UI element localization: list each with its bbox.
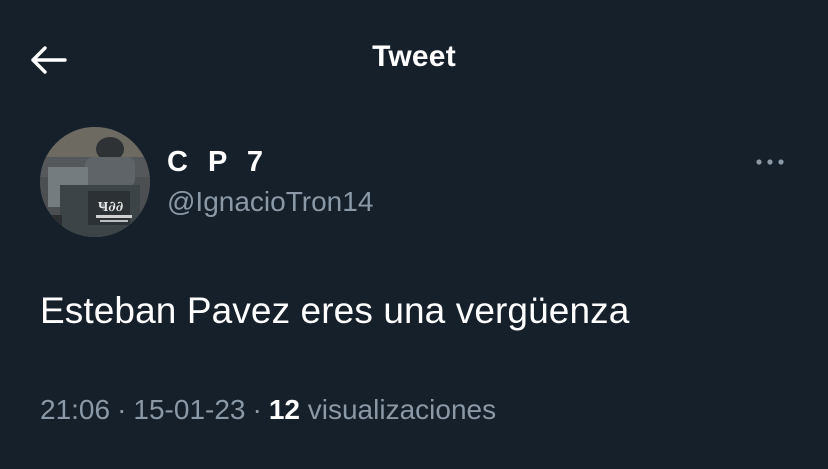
- views-count[interactable]: 12: [269, 394, 300, 425]
- views-label[interactable]: visualizaciones: [308, 394, 496, 425]
- meta-separator: ·: [252, 394, 262, 425]
- tweet-meta: 21:06 · 15-01-23 · 12 visualizaciones: [40, 394, 496, 426]
- more-options-button[interactable]: [750, 148, 790, 176]
- profile-avatar: Ҹ∂∂: [40, 127, 150, 237]
- avatar[interactable]: Ҹ∂∂: [40, 127, 150, 237]
- tweet-detail-screen: Tweet Ҹ∂∂ C P 7 @IgnacioTron14 Esteban P…: [0, 0, 828, 469]
- tweet-time[interactable]: 21:06: [40, 394, 110, 425]
- meta-separator: ·: [117, 394, 127, 425]
- page-title: Tweet: [372, 40, 456, 73]
- tweet-date[interactable]: 15-01-23: [133, 394, 245, 425]
- author-handle[interactable]: @IgnacioTron14: [167, 186, 373, 218]
- more-horizontal-icon: [756, 159, 784, 165]
- author-display-name[interactable]: C P 7: [167, 146, 269, 179]
- svg-text:Ҹ∂∂: Ҹ∂∂: [98, 199, 123, 215]
- tweet-text: Esteban Pavez eres una vergüenza: [40, 290, 630, 331]
